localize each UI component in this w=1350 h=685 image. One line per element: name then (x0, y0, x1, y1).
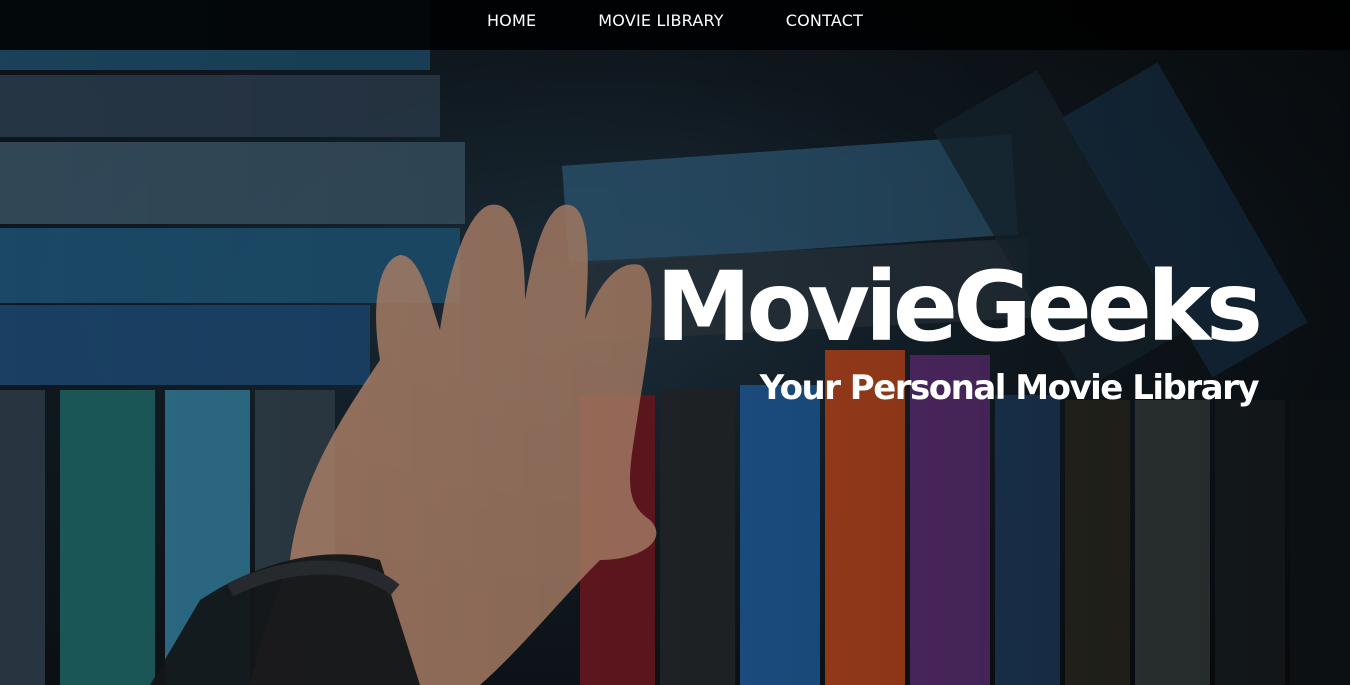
site-title: MovieGeeks (655, 251, 1263, 363)
site-tagline: Your Personal Movie Library (759, 368, 1260, 408)
hero-section: HOME MOVIE LIBRARY CONTACT MovieGeeks Yo… (0, 0, 1350, 685)
hero-brand: MovieGeeks Your Personal Movie Library (655, 251, 1263, 410)
nav-home-link[interactable]: HOME (487, 11, 536, 30)
nav-movie-library-link[interactable]: MOVIE LIBRARY (598, 11, 723, 30)
top-navigation: HOME MOVIE LIBRARY CONTACT (0, 0, 1350, 50)
nav-contact-link[interactable]: CONTACT (786, 11, 863, 30)
